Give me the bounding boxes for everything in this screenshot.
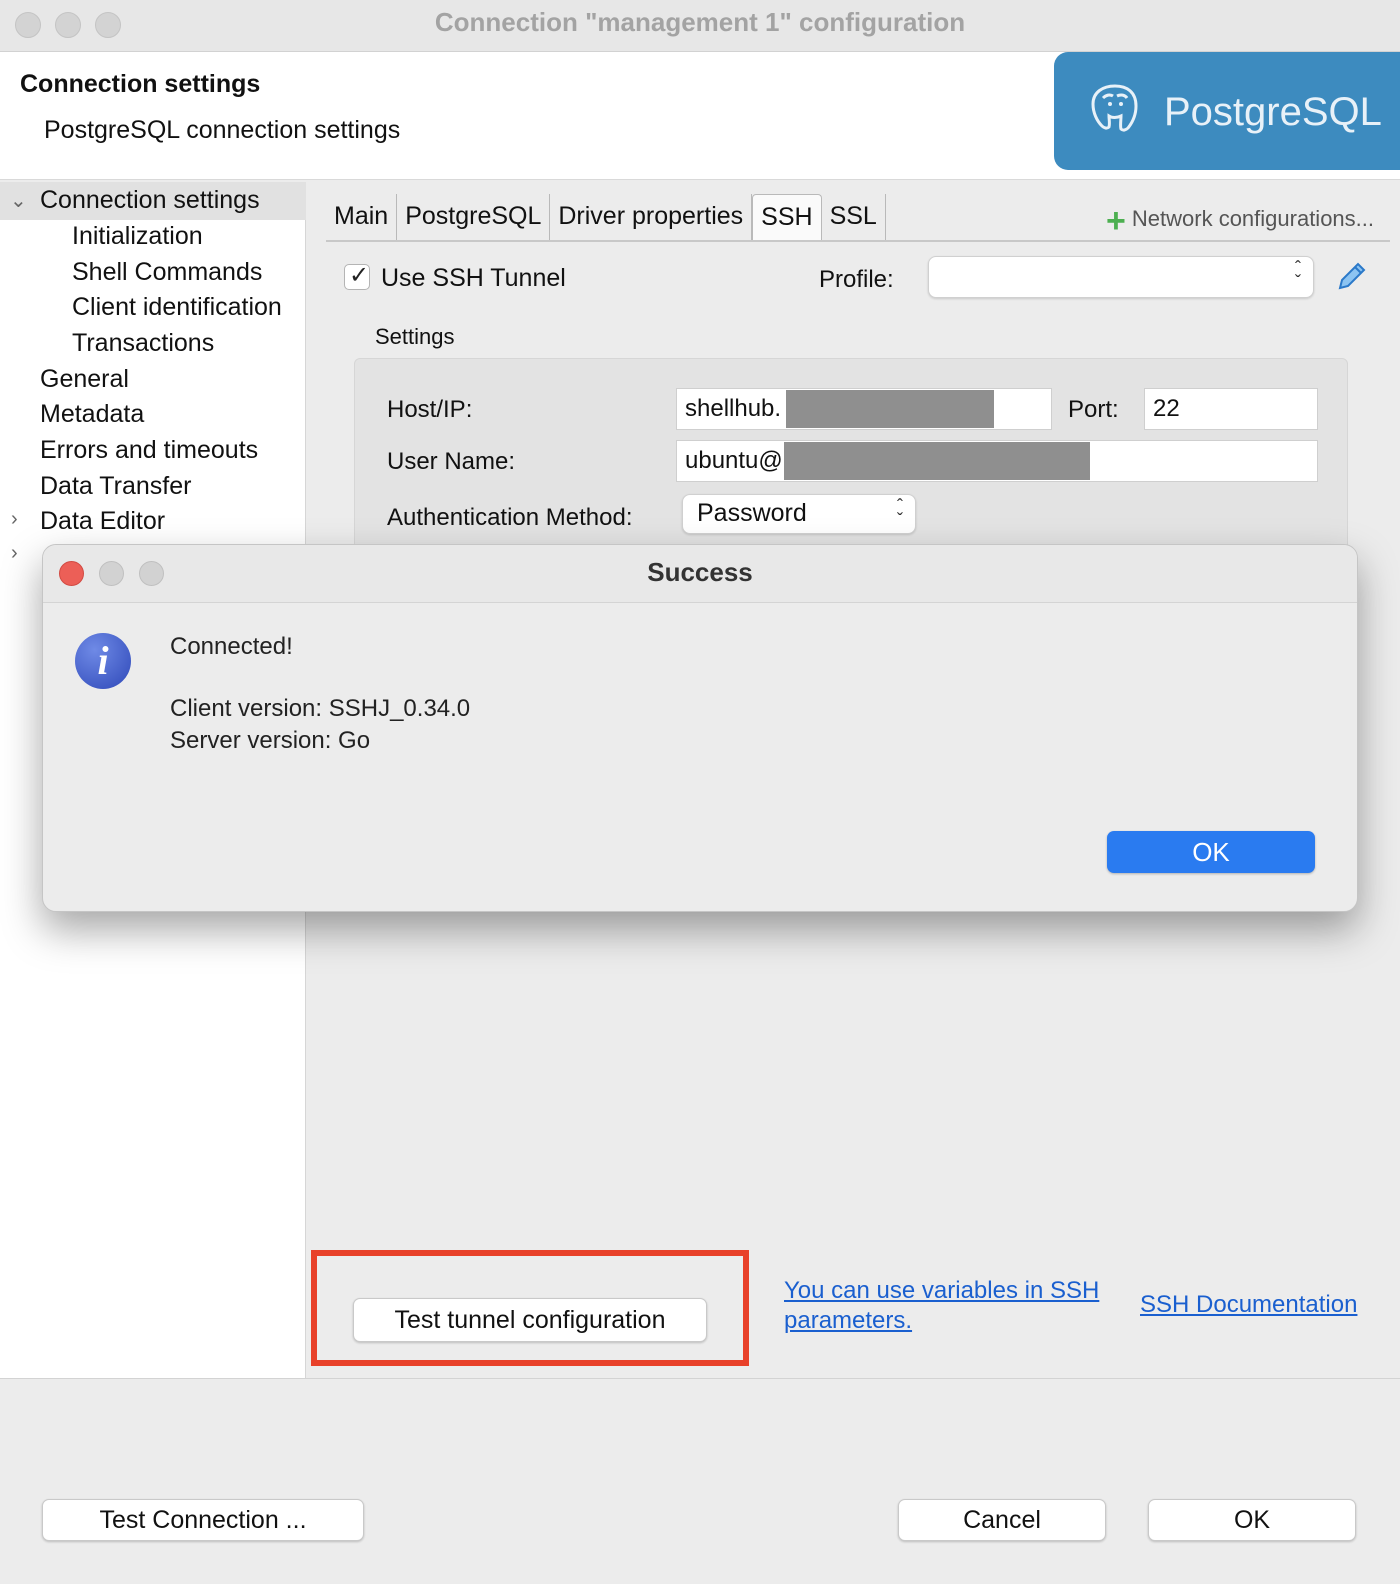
tab-ssl[interactable]: SSL (822, 194, 886, 240)
port-label: Port: (1068, 396, 1119, 423)
cancel-button[interactable]: Cancel (898, 1499, 1106, 1541)
connection-config-window: Connection "management 1" configuration … (0, 0, 1400, 1584)
tree-item-transactions[interactable]: Transactions (72, 329, 214, 358)
plus-icon: + (1106, 202, 1126, 240)
tab-main[interactable]: Main (326, 194, 398, 240)
page-title: Connection settings (20, 70, 261, 98)
user-name-label: User Name: (387, 448, 516, 475)
network-configurations-label: Network configurations... (1131, 206, 1374, 231)
redacted-host (786, 390, 994, 428)
chevron-down-icon[interactable]: ⌄ (10, 188, 27, 213)
ssh-documentation-link[interactable]: SSH Documentation (1140, 1290, 1357, 1320)
window-title: Connection "management 1" configuration (434, 7, 966, 37)
tree-item-connection-settings[interactable]: ⌄ Connection settings (0, 182, 306, 220)
chevron-right-icon[interactable]: › (11, 542, 18, 565)
profile-label: Profile: (819, 266, 894, 293)
elephant-icon (1091, 84, 1138, 132)
dialog-title-bar: Success (43, 545, 1357, 603)
updown-chevron-icon: ˆˇ (1295, 258, 1301, 292)
logo-text: PostgreSQL (1164, 90, 1382, 134)
tree-item-general[interactable]: General (40, 365, 129, 394)
test-connection-button[interactable]: Test Connection ... (42, 1499, 364, 1541)
tab-driver-properties[interactable]: Driver properties (550, 194, 753, 240)
client-version-text: Client version: SSHJ_0.34.0 (170, 695, 471, 722)
title-bar: Connection "management 1" configuration (0, 0, 1400, 52)
page-subtitle: PostgreSQL connection settings (44, 116, 401, 144)
success-dialog: Success i Connected! Client version: SSH… (42, 544, 1358, 912)
checkmark-icon: ✓ (349, 262, 370, 289)
variables-link-line-2: parameters. (784, 1307, 913, 1334)
tree-item-client-identification[interactable]: Client identification (72, 293, 282, 322)
variables-link-line-1: You can use variables in SSH (784, 1277, 1100, 1304)
tree-item-data-transfer[interactable]: Data Transfer (40, 472, 191, 501)
tree-item-label: Connection settings (40, 186, 260, 214)
postgresql-logo: PostgreSQL (1054, 52, 1400, 170)
dialog-message: Connected! (170, 633, 293, 660)
dialog-title: Success (647, 557, 753, 587)
port-input[interactable]: 22 (1144, 388, 1318, 430)
use-ssh-tunnel-label: Use SSH Tunnel (381, 264, 566, 292)
tree-item-data-editor[interactable]: Data Editor (40, 507, 165, 536)
edit-pencil-icon[interactable] (1334, 260, 1368, 294)
highlight-box (311, 1250, 749, 1366)
page-header: Connection settings PostgreSQL connectio… (0, 52, 1400, 180)
tree-item-initialization[interactable]: Initialization (72, 222, 203, 251)
updown-chevron-icon: ˆˇ (897, 496, 903, 530)
variables-help-link[interactable]: You can use variables in SSH parameters. (784, 1276, 1099, 1336)
chevron-right-icon[interactable]: › (11, 508, 18, 531)
network-configurations-button[interactable]: + Network configurations... (1106, 202, 1374, 241)
auth-method-label: Authentication Method: (387, 504, 633, 531)
tree-item-metadata[interactable]: Metadata (40, 400, 144, 429)
dialog-footer: Test Connection ... Cancel OK (0, 1378, 1400, 1584)
tab-ssh[interactable]: SSH (752, 194, 822, 240)
server-version-text: Server version: Go (170, 727, 371, 754)
tree-item-shell-commands[interactable]: Shell Commands (72, 258, 262, 287)
tree-item-errors-timeouts[interactable]: Errors and timeouts (40, 436, 258, 465)
host-label: Host/IP: (387, 396, 473, 423)
auth-method-value: Password (697, 499, 807, 527)
tab-postgresql[interactable]: PostgreSQL (397, 194, 551, 240)
dialog-ok-button[interactable]: OK (1107, 831, 1315, 873)
info-icon: i (75, 633, 131, 689)
ok-button[interactable]: OK (1148, 1499, 1356, 1541)
settings-group-label: Settings (375, 324, 455, 349)
auth-method-select[interactable]: Password ˆˇ (682, 494, 916, 534)
redacted-username (784, 442, 1090, 480)
profile-select[interactable]: ˆˇ (928, 256, 1314, 298)
use-ssh-tunnel-checkbox[interactable]: ✓ (344, 262, 370, 290)
